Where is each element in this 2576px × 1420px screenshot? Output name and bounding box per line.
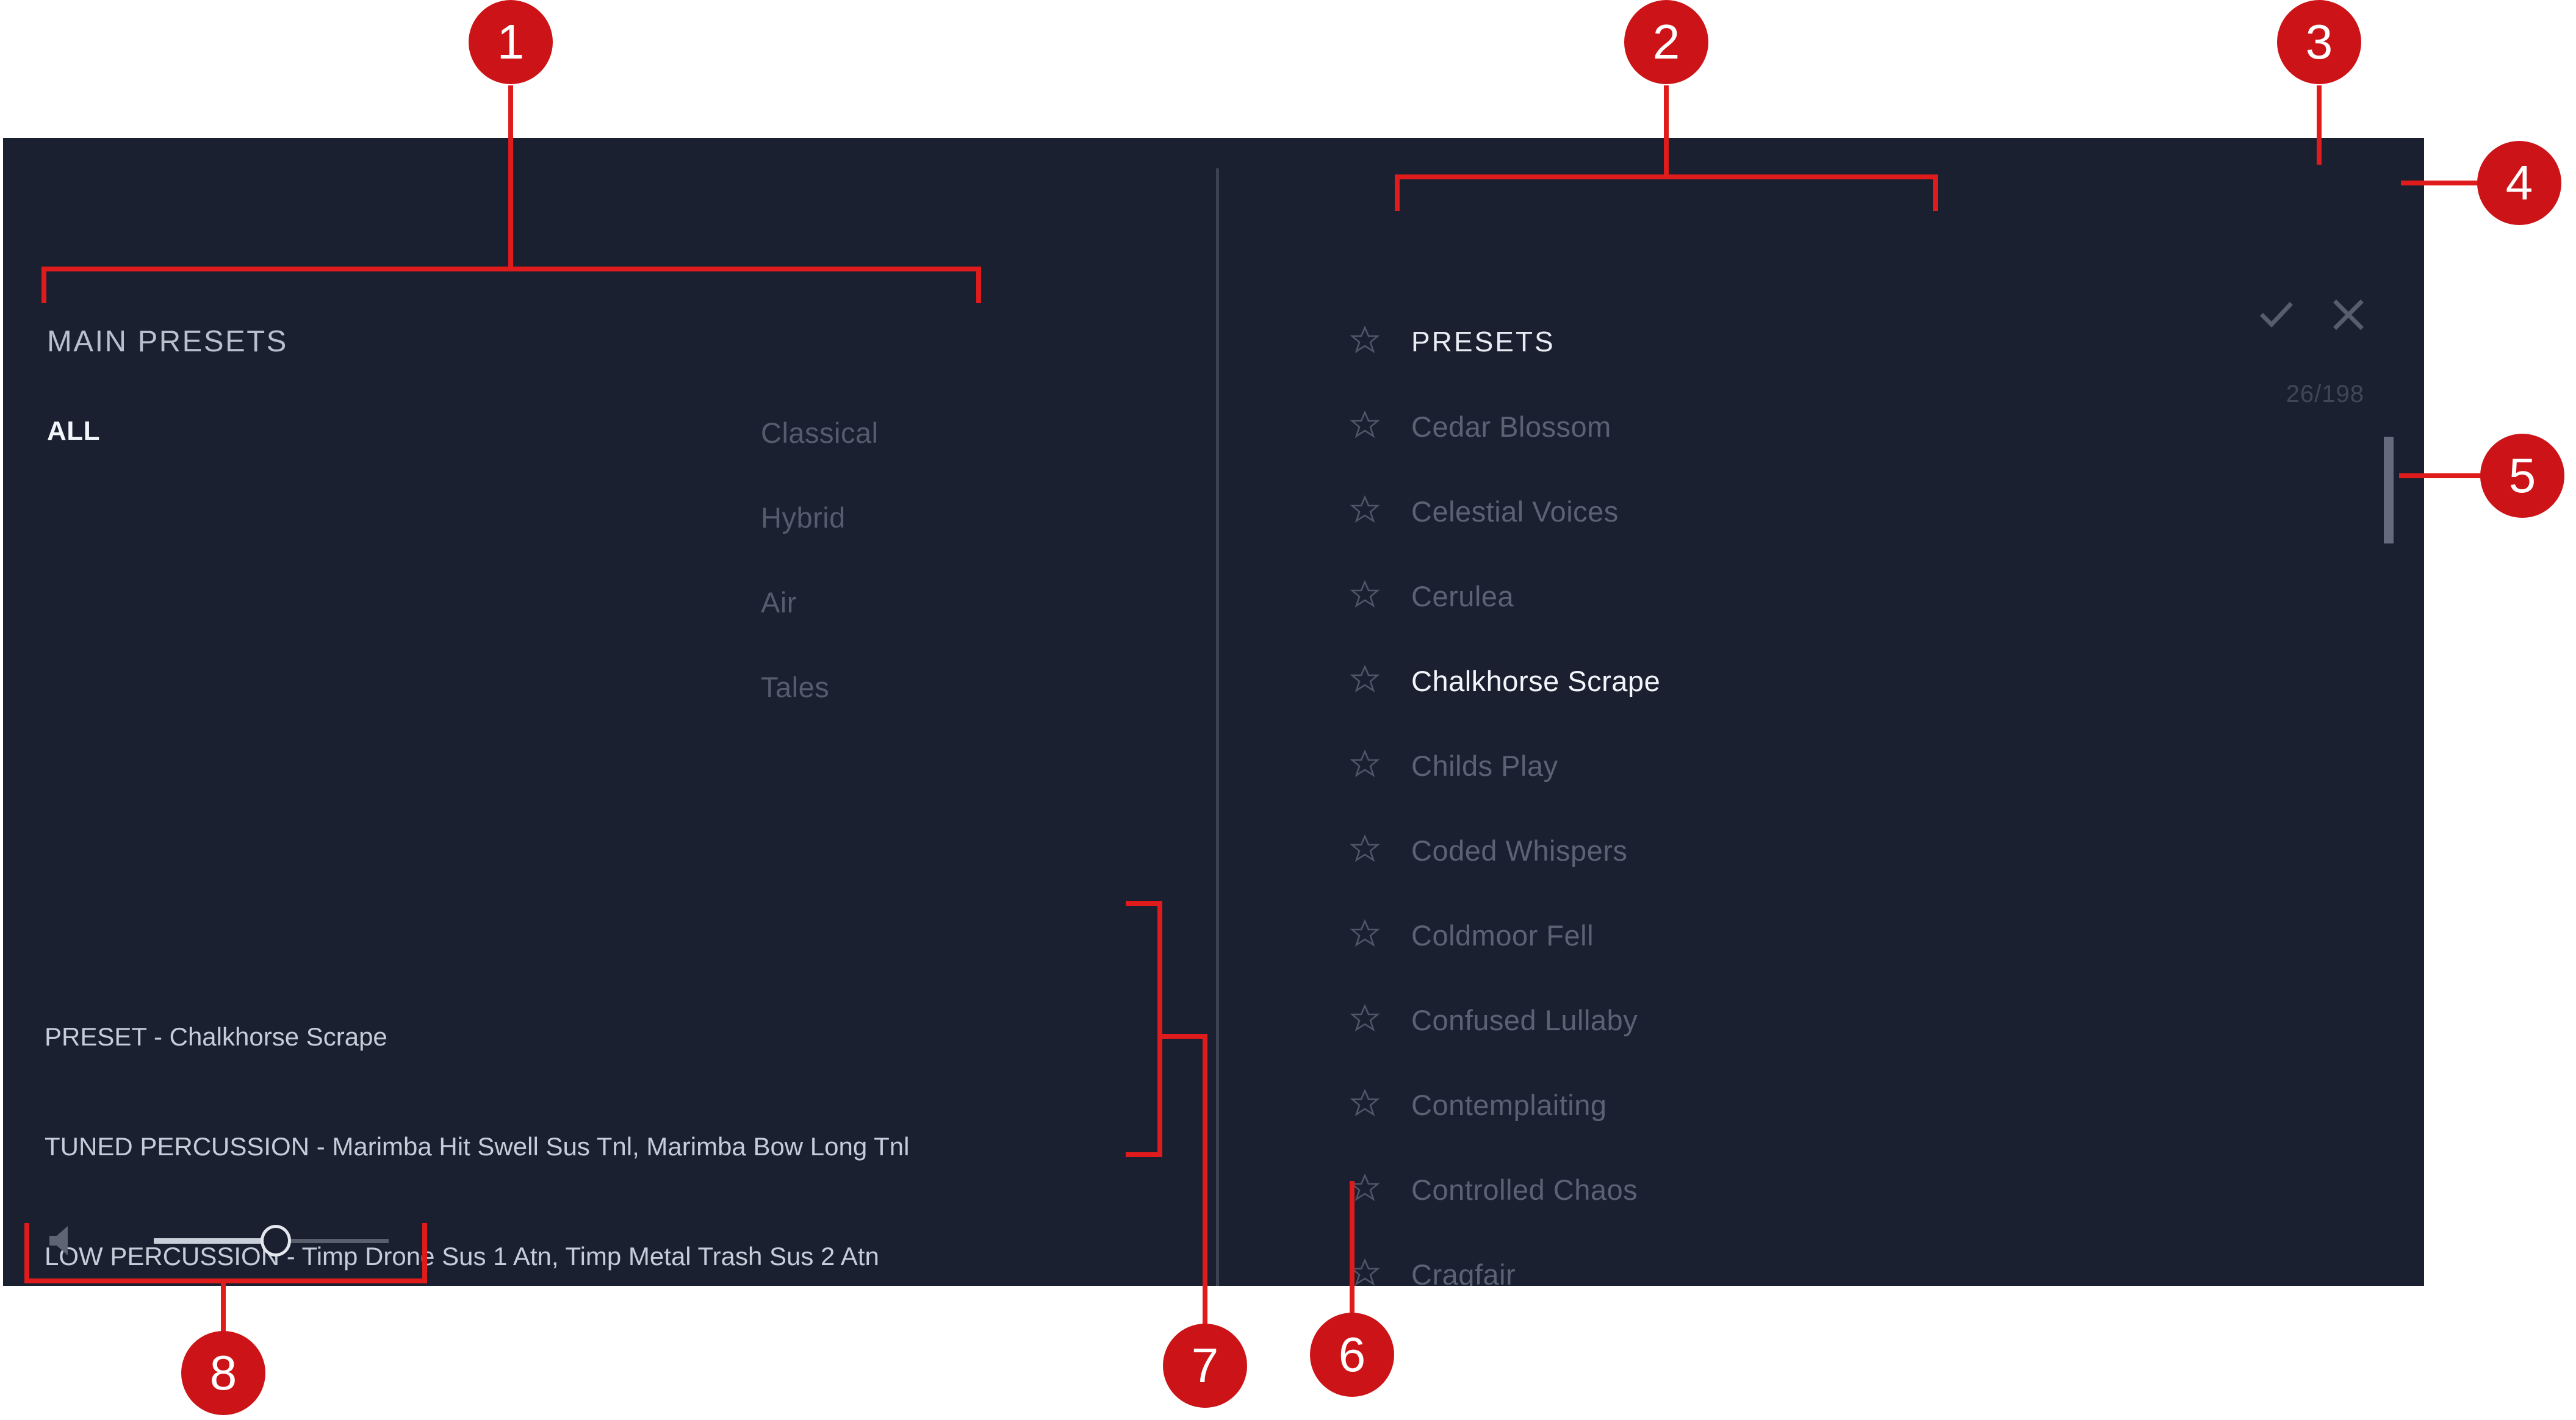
callout-badge-6: 6 — [1310, 1313, 1394, 1397]
star-icon[interactable] — [1350, 410, 1380, 439]
star-icon[interactable] — [1350, 1258, 1380, 1286]
preset-item-label[interactable]: Controlled Chaos — [1411, 1173, 1638, 1207]
preset-item-label[interactable]: Coded Whispers — [1411, 834, 1627, 867]
category-list: ALL Classical Hybrid Air Tales — [47, 400, 1084, 739]
star-icon[interactable] — [1350, 579, 1380, 609]
callout-8-leader-stem — [221, 1278, 226, 1343]
callout-badge-8: 8 — [181, 1331, 265, 1415]
category-item-classical[interactable]: Classical — [761, 416, 879, 450]
star-icon[interactable] — [1350, 919, 1380, 948]
page-title: MAIN PRESETS — [47, 325, 288, 358]
preset-item-label[interactable]: Celestial Voices — [1411, 495, 1619, 528]
star-icon[interactable] — [1350, 325, 1380, 354]
star-icon[interactable] — [1350, 1088, 1380, 1117]
preset-item-label[interactable]: Chalkhorse Scrape — [1411, 664, 1660, 698]
list-item[interactable]: Childs Play — [1350, 736, 2265, 820]
preset-item-label[interactable]: Contemplaiting — [1411, 1088, 1607, 1122]
list-item[interactable]: Celestial Voices — [1350, 481, 2265, 566]
preset-item-label[interactable]: Cedar Blossom — [1411, 410, 1611, 443]
callout-badge-4: 4 — [2477, 141, 2561, 225]
preset-item-label[interactable]: Cragfair — [1411, 1258, 1516, 1286]
preset-item-label[interactable]: Cerulea — [1411, 579, 1514, 613]
list-item-selected[interactable]: Chalkhorse Scrape — [1350, 651, 2265, 736]
category-item-hybrid[interactable]: Hybrid — [761, 501, 846, 534]
callout-badge-1: 1 — [469, 0, 553, 84]
list-item[interactable]: Cragfair — [1350, 1244, 2265, 1286]
category-item-all[interactable]: ALL — [47, 416, 100, 446]
list-item[interactable]: Contemplaiting — [1350, 1075, 2265, 1160]
callout-badge-3: 3 — [2277, 0, 2361, 84]
volume-slider[interactable] — [154, 1225, 389, 1257]
volume-control[interactable] — [47, 1213, 413, 1268]
list-item[interactable]: Controlled Chaos — [1350, 1160, 2265, 1244]
main-presets-panel: MAIN PRESETS ALL Classical Hybrid Air Ta… — [3, 138, 1216, 1286]
list-item[interactable]: Cerulea — [1350, 566, 2265, 651]
presets-panel: 26/198 PRESETS Cedar Blossom Celestial V… — [1219, 138, 2424, 1286]
description-line-preset: PRESET - Chalkhorse Scrape — [45, 1022, 387, 1051]
callout-badge-7: 7 — [1163, 1324, 1247, 1408]
volume-thumb[interactable] — [261, 1225, 292, 1257]
preset-list: PRESETS Cedar Blossom Celestial Voices C… — [1350, 312, 2265, 1286]
preset-list-header: PRESETS — [1350, 312, 2265, 396]
description-line-tuned-percussion: TUNED PERCUSSION - Marimba Hit Swell Sus… — [45, 1132, 910, 1161]
list-item[interactable]: Cedar Blossom — [1350, 396, 2265, 481]
star-icon[interactable] — [1350, 664, 1380, 694]
preset-item-label[interactable]: Childs Play — [1411, 749, 1558, 783]
preset-browser-window: MAIN PRESETS ALL Classical Hybrid Air Ta… — [3, 138, 2424, 1286]
star-icon[interactable] — [1350, 495, 1380, 524]
volume-track-fill — [154, 1238, 276, 1244]
category-row-all[interactable]: ALL Classical — [47, 400, 1084, 485]
star-icon[interactable] — [1350, 749, 1380, 778]
list-item[interactable]: Coded Whispers — [1350, 820, 2265, 905]
window-actions — [2259, 298, 2366, 332]
preset-list-header-label: PRESETS — [1411, 326, 1555, 357]
list-item[interactable]: Confused Lullaby — [1350, 990, 2265, 1075]
preset-counter: 26/198 — [2286, 381, 2364, 407]
callout-badge-5: 5 — [2480, 434, 2564, 518]
category-row-air[interactable]: Air — [47, 570, 1084, 654]
close-icon[interactable] — [2331, 298, 2366, 332]
category-row-tales[interactable]: Tales — [47, 654, 1084, 739]
speaker-icon[interactable] — [47, 1221, 85, 1259]
star-icon[interactable] — [1350, 1003, 1380, 1033]
star-icon[interactable] — [1350, 834, 1380, 863]
star-icon[interactable] — [1350, 1173, 1380, 1202]
callout-badge-2: 2 — [1624, 0, 1708, 84]
category-item-tales[interactable]: Tales — [761, 670, 829, 704]
category-row-hybrid[interactable]: Hybrid — [47, 485, 1084, 570]
preset-item-label[interactable]: Coldmoor Fell — [1411, 919, 1594, 952]
vertical-scrollbar[interactable] — [2384, 437, 2394, 675]
category-item-air[interactable]: Air — [761, 586, 797, 619]
preset-item-label[interactable]: Confused Lullaby — [1411, 1003, 1638, 1037]
list-item[interactable]: Coldmoor Fell — [1350, 905, 2265, 990]
scrollbar-thumb[interactable] — [2384, 437, 2394, 543]
